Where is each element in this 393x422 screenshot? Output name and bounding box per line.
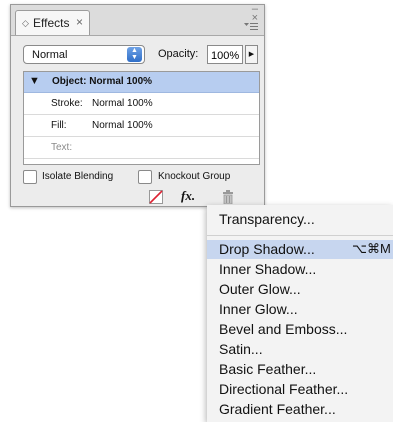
tab-close-icon[interactable]: × [76, 15, 83, 29]
tab-effects[interactable]: ◇ Effects × [15, 10, 90, 35]
menu-item-drop-shadow[interactable]: Drop Shadow... ⌥⌘M [207, 240, 393, 259]
menu-item-label: Transparency... [219, 211, 315, 227]
panel-titlebar: ◇ Effects × – × [11, 4, 264, 36]
row-fill-label: Fill: [51, 120, 67, 131]
row-stroke[interactable]: Stroke: Normal 100% [24, 94, 259, 115]
row-fill[interactable]: Fill: Normal 100% [24, 116, 259, 137]
menu-item-outer-glow[interactable]: Outer Glow... [207, 280, 393, 299]
window-close-icon[interactable]: × [252, 13, 258, 24]
menu-item-label: Directional Feather... [219, 381, 349, 397]
row-stroke-value: Normal 100% [92, 98, 153, 109]
row-object[interactable]: ▼ Object: Normal 100% [24, 72, 259, 93]
effects-target-list: ▼ Object: Normal 100% Stroke: Normal 100… [23, 71, 260, 165]
menu-item-directional-feather[interactable]: Directional Feather... [207, 380, 393, 399]
menu-item-label: Drop Shadow... [219, 241, 315, 257]
opacity-stepper-arrow-icon[interactable]: ▶ [245, 45, 258, 64]
menu-item-gradient-feather[interactable]: Gradient Feather... [207, 400, 393, 419]
menu-item-shortcut: ⌥⌘M [352, 241, 391, 256]
tab-grip-icon: ◇ [22, 18, 29, 28]
isolate-blending-checkbox[interactable] [23, 170, 37, 184]
row-text-label: Text: [51, 142, 73, 153]
clear-effects-icon[interactable] [149, 190, 163, 204]
effects-context-menu: Transparency... Drop Shadow... ⌥⌘M Inner… [207, 205, 393, 422]
menu-item-label: Inner Shadow... [219, 261, 317, 277]
window-controls: – × [244, 4, 258, 30]
effects-panel: ◇ Effects × – × Normal ▲▼ Opacity: ▶ ▼ O… [10, 4, 265, 207]
blend-mode-select[interactable]: Normal ▲ ▼ [23, 45, 145, 64]
row-fill-value: Normal 100% [92, 120, 153, 131]
menu-item-basic-feather[interactable]: Basic Feather... [207, 360, 393, 379]
tab-label: Effects [33, 16, 70, 30]
menu-item-inner-shadow[interactable]: Inner Shadow... [207, 260, 393, 279]
menu-item-label: Gradient Feather... [219, 401, 336, 417]
knockout-group-checkbox[interactable] [138, 170, 152, 184]
trash-icon[interactable] [223, 190, 233, 204]
disclosure-triangle-icon[interactable]: ▼ [29, 75, 40, 87]
panel-menu-icon[interactable] [244, 23, 258, 31]
blend-mode-value: Normal [32, 49, 68, 61]
select-arrows-icon: ▲ ▼ [127, 47, 142, 62]
menu-item-bevel-and-emboss[interactable]: Bevel and Emboss... [207, 320, 393, 339]
opacity-field[interactable] [207, 45, 243, 64]
menu-item-label: Bevel and Emboss... [219, 321, 348, 337]
isolate-blending-label: Isolate Blending [42, 171, 114, 182]
fx-button[interactable]: fx. [181, 188, 195, 203]
menu-item-satin[interactable]: Satin... [207, 340, 393, 359]
menu-item-inner-glow[interactable]: Inner Glow... [207, 300, 393, 319]
row-stroke-label: Stroke: [51, 98, 83, 109]
row-text[interactable]: Text: [24, 138, 259, 159]
menu-item-transparency[interactable]: Transparency... [207, 210, 393, 229]
row-object-label: Object: Normal 100% [52, 76, 153, 87]
menu-item-label: Inner Glow... [219, 301, 298, 317]
menu-item-label: Basic Feather... [219, 361, 317, 377]
menu-separator [207, 235, 393, 236]
menu-item-label: Satin... [219, 341, 263, 357]
knockout-group-label: Knockout Group [158, 171, 231, 182]
opacity-label: Opacity: [158, 48, 199, 60]
menu-item-label: Outer Glow... [219, 281, 301, 297]
